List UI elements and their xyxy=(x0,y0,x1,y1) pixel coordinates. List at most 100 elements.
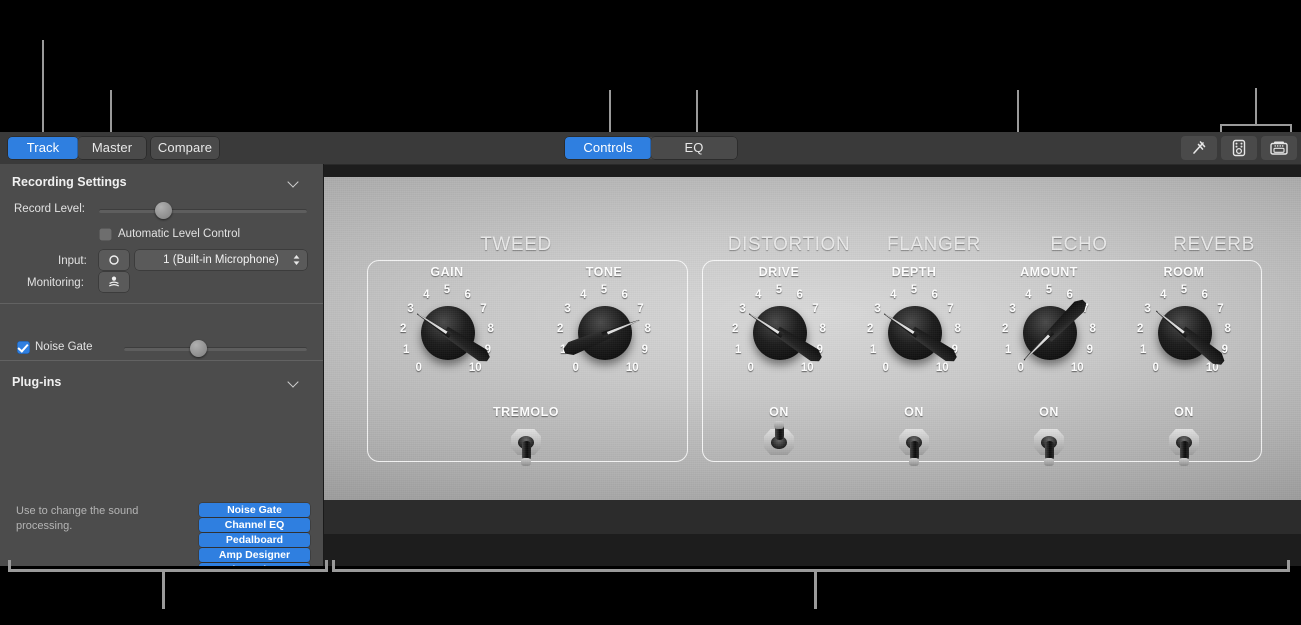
knob-tick-6: 6 xyxy=(796,289,803,302)
tab-master[interactable]: Master xyxy=(78,137,146,159)
switch-label-tremolo: TREMOLO xyxy=(493,405,559,419)
plugin-row-pedalboard[interactable]: Pedalboard xyxy=(199,533,310,547)
switch-distortion[interactable] xyxy=(759,421,799,467)
automatic-level-control-checkbox[interactable] xyxy=(99,228,112,241)
knob-amount[interactable]: 0 1 2 3 4 5 6 7 8 9 10 xyxy=(997,282,1101,386)
record-level-thumb[interactable] xyxy=(155,202,172,219)
tuner-icon xyxy=(1193,141,1206,154)
monitoring-label: Monitoring: xyxy=(27,277,84,289)
switch-tip xyxy=(521,458,531,466)
plugin-row-channel-eq-2[interactable]: Channel EQ xyxy=(199,563,310,566)
record-level-label: Record Level: xyxy=(14,203,85,215)
knob-tick-8: 8 xyxy=(1224,323,1231,336)
switch-hole xyxy=(771,436,787,449)
monitoring-button[interactable] xyxy=(99,272,129,292)
knob-tick-2: 2 xyxy=(1002,323,1009,336)
knob-tick-9: 9 xyxy=(951,344,958,357)
knob-indicator-line xyxy=(1154,308,1188,337)
plugin-row-channel-eq-1[interactable]: Channel EQ xyxy=(199,518,310,532)
switch-label-echo: ON xyxy=(1039,405,1059,419)
record-level-slider[interactable] xyxy=(99,209,307,213)
plugin-row-amp-designer[interactable]: Amp Designer xyxy=(199,548,310,562)
knob-tick-8: 8 xyxy=(819,323,826,336)
switch-flanger[interactable] xyxy=(894,421,934,467)
knob-label-drive: DRIVE xyxy=(758,265,800,279)
plugin-row-noise-gate[interactable]: Noise Gate xyxy=(199,503,310,517)
knob-tick-7: 7 xyxy=(480,303,487,316)
compare-button[interactable]: Compare xyxy=(151,137,219,159)
callout-line-controls xyxy=(609,90,611,136)
switch-lever xyxy=(909,441,919,461)
amp-button[interactable] xyxy=(1261,136,1297,160)
knob-tick-1: 1 xyxy=(403,344,410,357)
toolbar: Track Master Compare Controls EQ xyxy=(0,132,1301,165)
noise-gate-thumb[interactable] xyxy=(190,340,207,357)
switch-tremolo[interactable] xyxy=(506,421,546,467)
knob-wing xyxy=(1178,325,1227,368)
switch-reverb[interactable] xyxy=(1164,421,1204,467)
knob-tick-1: 1 xyxy=(560,344,567,357)
knob-tick-0: 0 xyxy=(1017,361,1024,374)
switch-echo[interactable] xyxy=(1029,421,1069,467)
divider-above-noise-gate xyxy=(0,303,323,304)
input-mono-button[interactable] xyxy=(99,250,129,270)
input-source-value: 1 (Built-in Microphone) xyxy=(163,254,279,266)
switch-lever xyxy=(1179,441,1189,461)
monitoring-icon xyxy=(108,276,120,287)
callout-bracket-plugin-stem xyxy=(1255,88,1257,125)
mono-circle-icon xyxy=(109,255,119,265)
knob-tick-3: 3 xyxy=(1009,303,1016,316)
switch-label-flanger: ON xyxy=(904,405,924,419)
tab-controls[interactable]: Controls xyxy=(565,137,651,159)
knob-tick-9: 9 xyxy=(1086,344,1093,357)
knob-tick-6: 6 xyxy=(621,289,628,302)
knob-tick-6: 6 xyxy=(1201,289,1208,302)
noise-gate-checkbox[interactable] xyxy=(17,341,30,354)
switch-tip xyxy=(909,458,919,466)
automatic-level-control-label: Automatic Level Control xyxy=(118,228,241,240)
noise-gate-slider[interactable] xyxy=(124,347,307,351)
knob-tick-0: 0 xyxy=(1152,361,1159,374)
tuner-button[interactable] xyxy=(1181,136,1217,160)
section-title-distortion: DISTORTION xyxy=(727,234,851,255)
recording-settings-chevron-down-icon[interactable] xyxy=(288,175,302,189)
callout-line-eq xyxy=(696,90,698,136)
divider-above-plugins xyxy=(0,360,323,361)
knob-tick-10: 10 xyxy=(468,361,482,374)
pedalboard-button[interactable] xyxy=(1221,136,1257,160)
tab-eq[interactable]: EQ xyxy=(651,137,737,159)
knob-room[interactable]: 0 1 2 3 4 5 6 7 8 9 10 xyxy=(1132,282,1236,386)
knob-tick-10: 10 xyxy=(1205,361,1219,374)
knob-label-depth: DEPTH xyxy=(891,265,937,279)
knob-wing xyxy=(1043,296,1090,343)
knob-pointer xyxy=(882,311,919,338)
switch-lever xyxy=(1044,441,1054,461)
knob-body xyxy=(753,306,807,360)
knob-label-room: ROOM xyxy=(1163,265,1205,279)
input-source-select[interactable]: 1 (Built-in Microphone) xyxy=(135,250,307,270)
switch-plate xyxy=(511,429,541,455)
knob-depth[interactable]: 0 1 2 3 4 5 6 7 8 9 10 xyxy=(862,282,966,386)
switch-plate xyxy=(1034,429,1064,455)
bottom-bracket-right-cap-l xyxy=(332,560,335,570)
effects-section-box xyxy=(702,260,1262,462)
knob-wing xyxy=(908,325,959,365)
plugins-chevron-down-icon[interactable] xyxy=(288,375,302,389)
callout-line-master xyxy=(110,90,112,136)
knob-indicator-line xyxy=(1021,331,1053,363)
switch-tip xyxy=(774,421,784,429)
bottom-bracket-right-stem xyxy=(814,569,817,609)
bottom-bracket-left-cap-l xyxy=(8,560,11,570)
knob-tone[interactable]: 0 1 2 3 4 5 6 7 8 9 10 xyxy=(552,282,656,386)
knob-gain[interactable]: 0 1 2 3 4 5 6 7 8 9 10 xyxy=(395,282,499,386)
knob-pointer xyxy=(1154,308,1189,338)
knob-drive[interactable]: 0 1 2 3 4 5 6 7 8 9 10 xyxy=(727,282,831,386)
knob-tick-5: 5 xyxy=(443,284,451,296)
knob-tick-4: 4 xyxy=(755,289,762,302)
knob-pointer xyxy=(415,311,452,338)
chevron-updown-icon xyxy=(293,255,300,265)
tab-track[interactable]: Track xyxy=(8,137,78,159)
knob-tick-8: 8 xyxy=(954,323,961,336)
knob-tick-10: 10 xyxy=(935,361,949,374)
knob-tick-2: 2 xyxy=(732,323,739,336)
